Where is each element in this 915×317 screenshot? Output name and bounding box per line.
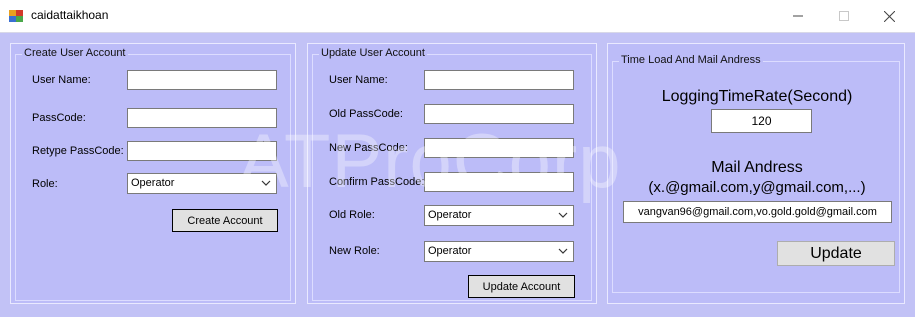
minimize-icon (793, 15, 803, 17)
confirm-passcode-label: Confirm PassCode: (329, 176, 425, 188)
old-role-value: Operator (428, 209, 472, 221)
create-retype-input[interactable] (127, 141, 277, 161)
create-account-panel: Create User Account User Name: PassCode:… (10, 43, 296, 304)
settings-panel: Time Load And Mail Andress LoggingTimeRa… (607, 43, 905, 304)
old-role-label: Old Role: (329, 209, 375, 221)
update-account-group-title: Update User Account (319, 47, 427, 59)
mail-address-hint: (x.@gmail.com,y@gmail.com,...) (648, 179, 866, 196)
create-username-input[interactable] (127, 70, 277, 90)
title-bar: caidattaikhoan (0, 0, 915, 33)
create-retype-label: Retype PassCode: (32, 145, 124, 157)
confirm-passcode-input[interactable] (424, 172, 574, 192)
chevron-down-icon (558, 248, 568, 254)
update-account-button[interactable]: Update Account (468, 275, 575, 298)
update-settings-button[interactable]: Update (777, 241, 895, 266)
new-passcode-label: New PassCode: (329, 142, 408, 154)
create-role-select[interactable]: Operator (127, 173, 277, 194)
update-account-panel: Update User Account User Name: Old PassC… (307, 43, 597, 304)
minimize-button[interactable] (775, 0, 821, 32)
window-title: caidattaikhoan (31, 8, 109, 22)
close-button[interactable] (866, 0, 912, 32)
create-username-label: User Name: (32, 74, 91, 86)
update-username-label: User Name: (329, 74, 388, 86)
new-passcode-input[interactable] (424, 138, 574, 158)
new-role-value: Operator (428, 245, 472, 257)
app-window: caidattaikhoan Create User Account User … (0, 0, 915, 317)
old-passcode-input[interactable] (424, 104, 574, 124)
new-role-label: New Role: (329, 245, 380, 257)
update-username-input[interactable] (424, 70, 574, 90)
logging-rate-label: LoggingTimeRate(Second) (661, 88, 853, 105)
create-passcode-label: PassCode: (32, 112, 86, 124)
create-passcode-input[interactable] (127, 108, 277, 128)
logging-rate-input[interactable] (711, 109, 812, 133)
mail-address-label: Mail Andress (711, 159, 803, 176)
new-role-select[interactable]: Operator (424, 241, 574, 262)
maximize-button[interactable] (821, 0, 867, 32)
chevron-down-icon (558, 212, 568, 218)
create-account-button[interactable]: Create Account (172, 209, 278, 232)
maximize-icon (839, 11, 849, 21)
create-role-label: Role: (32, 178, 58, 190)
close-icon (883, 10, 895, 22)
app-icon (9, 10, 23, 22)
mail-address-input[interactable] (623, 201, 892, 223)
chevron-down-icon (261, 180, 271, 186)
settings-group-title: Time Load And Mail Andress (619, 54, 763, 66)
old-role-select[interactable]: Operator (424, 205, 574, 226)
create-account-group-title: Create User Account (22, 47, 128, 59)
create-role-value: Operator (131, 177, 175, 189)
old-passcode-label: Old PassCode: (329, 108, 403, 120)
